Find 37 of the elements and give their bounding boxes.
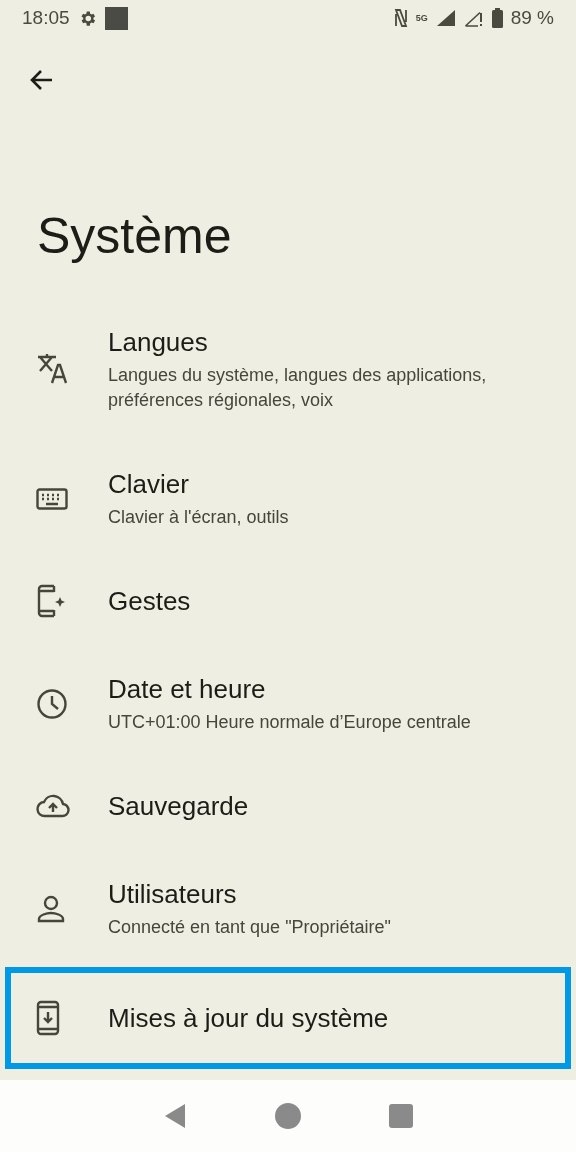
home-nav-icon[interactable]: [275, 1103, 301, 1129]
signal-icon: [435, 9, 456, 27]
item-subtitle: UTC+01:00 Heure normale d’Europe centrale: [108, 711, 471, 734]
battery-percentage: 89 %: [510, 7, 554, 29]
network-type: 5G: [415, 13, 428, 23]
settings-item[interactable]: Clavier Clavier à l'écran, outils: [0, 440, 571, 557]
clock-icon: [36, 687, 68, 720]
cloud-upload-icon: [36, 794, 70, 818]
person-icon: [36, 893, 66, 924]
settings-item[interactable]: Langues Langues du système, langues des applications, préférences régionales, voix: [0, 298, 571, 440]
item-subtitle: Langues du système, langues des applications, préférences régionales, voix: [108, 364, 488, 412]
item-title: Utilisateurs: [108, 878, 238, 911]
item-title: Gestes: [108, 585, 191, 618]
item-title: Date et heure: [108, 673, 267, 706]
item-title: Sauvegarde: [108, 790, 249, 823]
item-subtitle: Connecté en tant que "Propriétaire": [108, 916, 391, 939]
settings-item[interactable]: Mises à jour du système: [5, 967, 571, 1069]
settings-item[interactable]: Sauvegarde: [0, 762, 571, 850]
settings-item[interactable]: Gestes: [0, 557, 571, 645]
keyboard-icon: [36, 487, 68, 510]
page-title: Système: [37, 207, 233, 266]
phone-download-icon: [36, 1000, 60, 1036]
item-subtitle: Clavier à l'écran, outils: [108, 506, 289, 529]
back-arrow-icon: [30, 68, 54, 92]
settings-item[interactable]: Utilisateurs Connecté en tant que "Propriétaire": [0, 850, 571, 967]
item-title: Clavier: [108, 468, 190, 501]
settings-item[interactable]: Date et heure UTC+01:00 Heure normale d’Europe centrale: [0, 645, 571, 762]
item-title: Langues: [108, 326, 209, 359]
signal-alert-icon: [463, 9, 484, 27]
translate-icon: [36, 353, 70, 385]
nfc-icon: [393, 8, 408, 28]
back-nav-icon[interactable]: [163, 1103, 187, 1129]
item-title: Mises à jour du système: [108, 1002, 389, 1035]
carrier-logo: [104, 6, 128, 30]
battery-icon: [491, 8, 503, 28]
clock-time: 18:05: [22, 7, 70, 29]
phone-sparkle-icon: [36, 584, 66, 618]
